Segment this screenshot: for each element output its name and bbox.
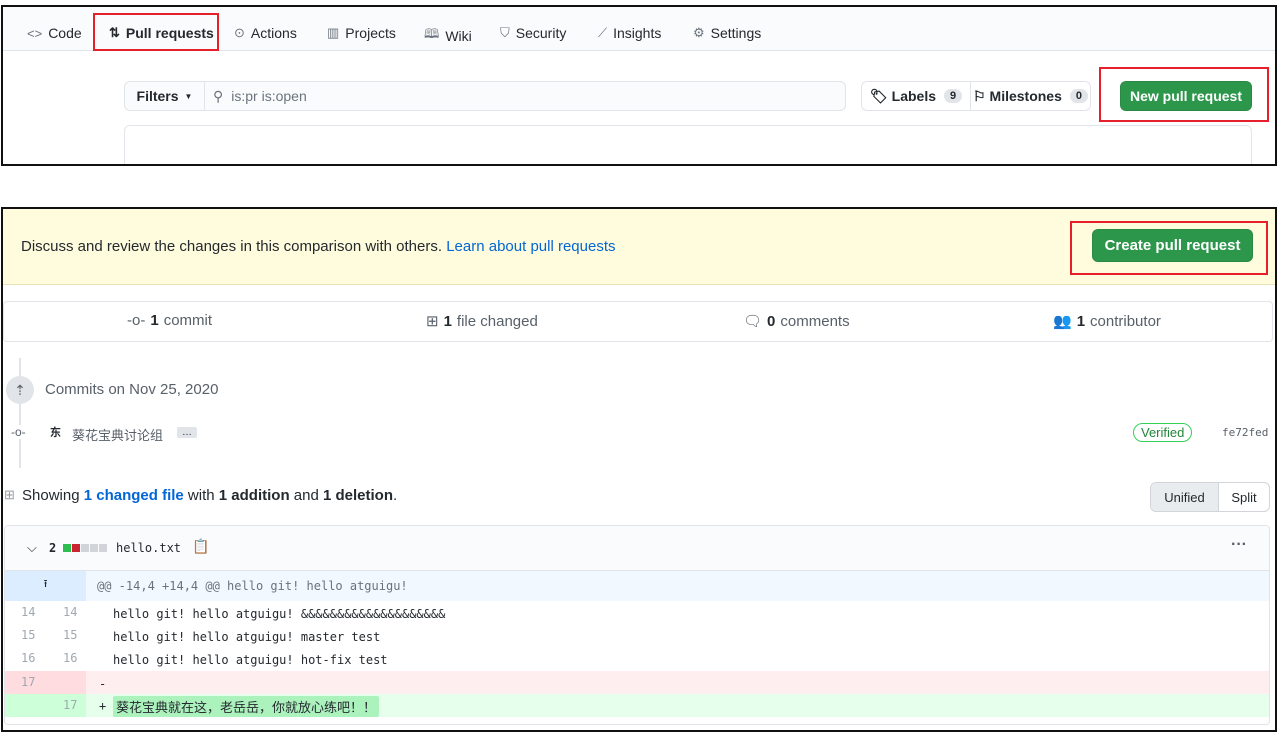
highlight-box	[1070, 221, 1268, 275]
change-count: 2	[49, 541, 57, 555]
gear-icon: ⚙	[693, 25, 705, 40]
author-avatar[interactable]: 东	[50, 424, 61, 440]
file-diff-icon: ⊞	[4, 487, 15, 502]
expand-commit-button[interactable]: …	[177, 427, 197, 438]
tab-insights[interactable]: ⟋ Insights	[598, 25, 661, 41]
file-name-link[interactable]: hello.txt	[116, 541, 181, 555]
play-icon: ⊙	[234, 25, 245, 40]
comments-stat[interactable]: 🗨 0 comments	[743, 312, 850, 331]
file-diff: ⌵ 2 hello.txt 📋 ··· ⭱ @@ -14,4 +14,4 @@ …	[4, 525, 1270, 725]
deleted-line: 17 -	[5, 671, 1269, 694]
commits-date-header: Commits on Nov 25, 2020	[45, 381, 219, 398]
milestones-button[interactable]: ⚐ Milestones 0	[971, 82, 1090, 110]
diff-line: hello git! hello atguigu! &&&&&&&&&&&&&&…	[113, 607, 446, 621]
contributors-stat[interactable]: 👥 1 contributor	[1053, 312, 1161, 331]
highlight-box	[93, 13, 219, 51]
commit-message-link[interactable]: 葵花宝典讨论组	[72, 425, 163, 444]
diff-summary: Showing 1 changed file with 1 addition a…	[22, 487, 398, 504]
milestone-icon: ⚐	[972, 87, 986, 104]
diff-line: 葵花宝典就在这，老岳岳，你就放心练吧！！	[113, 696, 380, 717]
timeline-line	[19, 358, 21, 468]
pull-requests-panel: <> Code ⇅ Pull requests ⊙ Actions ▥ Projects…	[1, 5, 1277, 166]
search-input[interactable]: ⚲ is:pr is:open	[205, 82, 845, 110]
diff-view-toggle: Unified Split	[1150, 482, 1270, 512]
tab-security[interactable]: ⛉ Security	[500, 25, 566, 41]
diff-line: hello git! hello atguigu! hot-fix test	[113, 653, 388, 667]
caret-down-icon: ▼	[184, 91, 193, 101]
graph-icon: ⟋	[598, 25, 608, 40]
tag-icon: 🏷	[869, 87, 888, 104]
labels-milestones-group: 🏷 Labels 9 ⚐ Milestones 0	[861, 81, 1091, 111]
book-icon: 🕮	[424, 26, 440, 41]
unified-button[interactable]: Unified	[1151, 483, 1219, 511]
tab-wiki[interactable]: 🕮 Wiki	[424, 25, 472, 47]
repo-push-icon: ⇡	[6, 376, 34, 404]
code-icon: <>	[27, 25, 43, 41]
search-icon: ⚲	[213, 87, 224, 104]
pull-request-list	[124, 125, 1252, 164]
highlight-box	[1099, 67, 1269, 122]
expand-up-icon[interactable]: ⭱	[5, 571, 86, 601]
git-commit-icon: -o-	[127, 312, 146, 329]
commits-stat[interactable]: -o- 1 commit	[127, 312, 212, 329]
tab-code[interactable]: <> Code	[27, 25, 82, 41]
tab-settings[interactable]: ⚙ Settings	[693, 25, 761, 41]
comment-icon: 🗨	[743, 313, 763, 330]
chevron-down-icon[interactable]: ⌵	[27, 540, 37, 556]
filter-search-bar: Filters ▼ ⚲ is:pr is:open	[124, 81, 846, 111]
people-icon: 👥	[1053, 313, 1072, 330]
diffstat-bar	[63, 544, 107, 552]
tab-actions[interactable]: ⊙ Actions	[234, 25, 297, 41]
changed-files-link[interactable]: 1 changed file	[84, 487, 184, 504]
labels-button[interactable]: 🏷 Labels 9	[862, 82, 971, 110]
kebab-menu-icon[interactable]: ···	[1231, 536, 1247, 554]
diff-line: hello git! hello atguigu! master test	[113, 630, 381, 644]
filters-dropdown[interactable]: Filters ▼	[125, 82, 205, 110]
added-line: 17 + 葵花宝典就在这，老岳岳，你就放心练吧！！	[5, 694, 1269, 717]
project-icon: ▥	[327, 25, 340, 40]
shield-icon: ⛉	[500, 25, 510, 40]
clipboard-icon[interactable]: 📋	[192, 538, 209, 555]
file-header: ⌵ 2 hello.txt 📋 ···	[5, 526, 1269, 571]
git-commit-icon: -o-	[11, 425, 26, 439]
file-diff-icon: ⊞	[426, 313, 439, 330]
compare-banner: Discuss and review the changes in this c…	[3, 209, 1275, 285]
verified-badge[interactable]: Verified	[1133, 423, 1193, 442]
hunk-header: ⭱ @@ -14,4 +14,4 @@ hello git! hello atg…	[5, 571, 1269, 601]
tab-projects[interactable]: ▥ Projects	[327, 25, 396, 41]
learn-about-pull-requests-link[interactable]: Learn about pull requests	[446, 238, 615, 255]
commit-sha-link[interactable]: fe72fed	[1222, 426, 1268, 439]
files-changed-stat[interactable]: ⊞ 1 file changed	[426, 312, 538, 331]
split-button[interactable]: Split	[1219, 483, 1269, 511]
